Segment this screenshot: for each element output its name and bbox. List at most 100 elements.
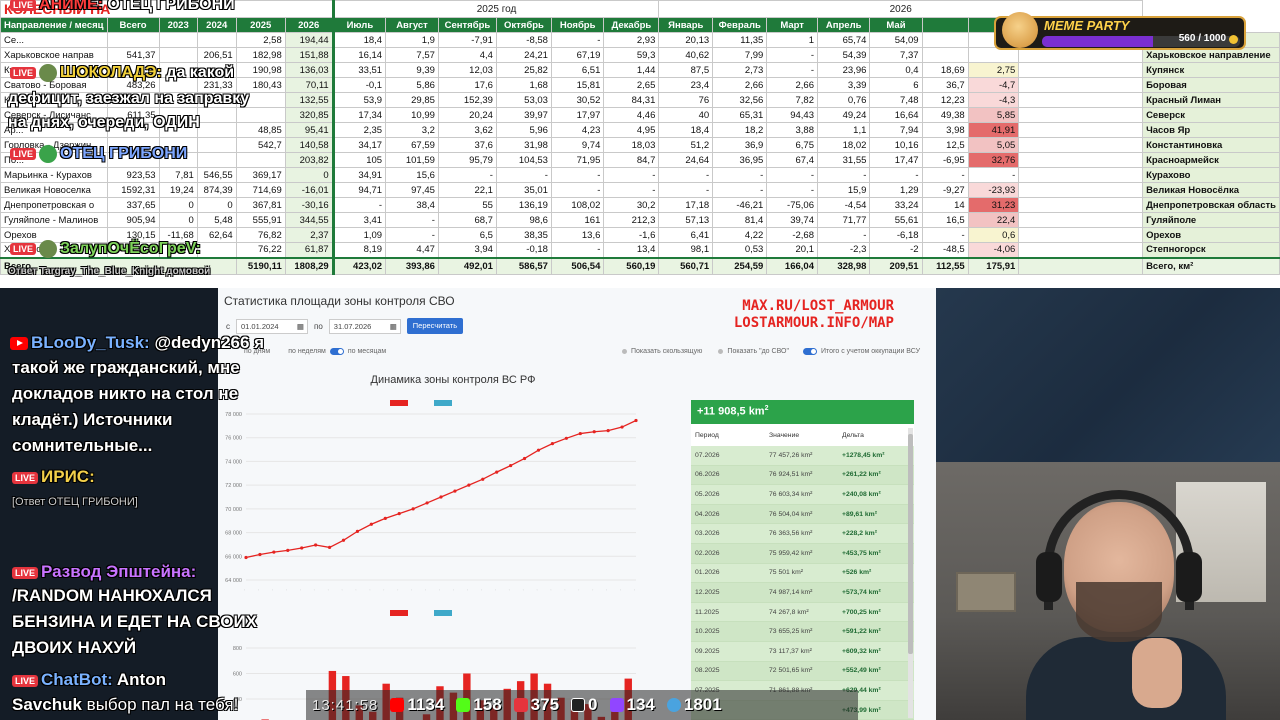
delta-row[interactable]: 02.2026 75 959,42 km² +453,75 km²: [691, 543, 914, 564]
brand-link-map[interactable]: LOSTARMOUR.INFO/MAP: [734, 315, 894, 332]
table-cell: 541,37: [106, 47, 160, 63]
x-tick-label: ·: [284, 588, 289, 592]
data-point: [578, 431, 582, 436]
stream-screen: КОЛЕСНЫЙ НА 2025 год 2026 Направление / …: [0, 0, 1280, 720]
table-cell: 714,69: [235, 182, 286, 198]
data-point: [634, 418, 638, 423]
table-cell: 0,53: [712, 242, 768, 258]
table-cell: 34,17: [331, 137, 387, 153]
delta-row[interactable]: 01.2026 75 501 km² +526 km²: [691, 563, 914, 584]
table-cell: 11,35: [712, 32, 768, 48]
from-label: с: [226, 321, 230, 331]
delta-period: 03.2026: [695, 530, 720, 538]
delta-row[interactable]: 12.2025 74 987,14 km² +573,74 km²: [691, 583, 914, 603]
option-months[interactable]: по месяцам: [348, 348, 386, 355]
y-tick-label: 76 000: [225, 436, 242, 442]
column-header: Март: [766, 17, 818, 33]
granularity-options: по дням по неделям по месяцам: [244, 348, 386, 355]
x-tick-label: ·: [381, 588, 386, 592]
delta-row[interactable]: 06.2026 76 924,51 km² +261,22 km²: [691, 465, 914, 486]
delta-value: 74 987,14 km²: [769, 588, 813, 596]
option-weeks[interactable]: по неделям: [288, 348, 326, 355]
year-2025-header: 2025 год: [331, 0, 660, 18]
delta-row[interactable]: 11.2025 74 267,8 km² +700,25 km²: [691, 602, 914, 623]
table-cell: 542,7: [235, 137, 286, 153]
table-cell: 6,5: [437, 227, 497, 243]
table-cell: Днепропетровская о: [0, 197, 108, 213]
table-cell: [1018, 256, 1144, 275]
x-tick-label: ·: [242, 588, 247, 592]
total-toggle[interactable]: [802, 348, 817, 355]
table-cell: 36,7: [921, 77, 969, 93]
table-cell: -7,91: [437, 32, 497, 48]
table-cell: 67,19: [550, 47, 605, 63]
table-cell: Северск: [1142, 107, 1280, 123]
table-cell: -2,68: [766, 227, 818, 243]
pre-svo-radio[interactable]: [718, 349, 724, 354]
x-tick-label: ·: [367, 588, 372, 592]
table-cell: Великая Новоселка: [0, 182, 108, 198]
x-tick-label: ·: [423, 588, 428, 592]
delta-period: 05.2026: [695, 490, 720, 498]
table-cell: 6,51: [550, 62, 605, 78]
table-cell: 48,85: [235, 122, 286, 138]
column-header: Май: [869, 17, 923, 33]
table-cell: [196, 32, 237, 48]
table-cell: 1: [766, 32, 818, 48]
table-cell: 140,58: [284, 137, 334, 153]
streamer-shirt: [1026, 637, 1226, 720]
date-from-input[interactable]: 01.01.2024 ▦: [236, 318, 308, 334]
delta-delta: +573,74 km²: [842, 588, 881, 596]
table-cell: 18,69: [921, 62, 969, 78]
table-cell: 3,2: [385, 122, 439, 138]
table-cell: -2,3: [816, 242, 871, 258]
rolling-radio[interactable]: [622, 349, 627, 354]
value-header: Значение: [769, 431, 800, 439]
table-cell: 9,74: [550, 137, 605, 153]
column-header: Август: [385, 17, 439, 33]
table-row: Днепропетровская о 337,65 0 0 367,81 -30,16-3…: [0, 197, 1280, 213]
table-cell: 15,81: [550, 77, 605, 93]
table-cell: -: [658, 167, 714, 183]
table-cell: 54,39: [816, 47, 871, 63]
delta-row[interactable]: 09.2025 73 117,37 km² +609,32 km²: [691, 641, 914, 662]
table-cell: 492,01: [437, 256, 497, 275]
table-cell: 9,39: [385, 62, 439, 78]
delta-row[interactable]: 08.2025 72 501,65 km² +552,49 km²: [691, 661, 914, 682]
x-tick-label: ·: [493, 588, 498, 592]
table-cell: 13,6: [550, 227, 605, 243]
delta-row[interactable]: 10.2025 73 655,25 km² +591,22 km²: [691, 622, 914, 642]
x-tick-label: ·: [353, 588, 358, 592]
column-header: 2023: [158, 17, 198, 33]
table-cell: 76: [658, 92, 714, 108]
calendar-icon: ▦: [296, 321, 304, 331]
delta-row[interactable]: 03.2026 76 363,56 km² +228,2 km²: [691, 524, 914, 544]
brand-link-max[interactable]: MAX.RU/LOST_ARMOUR: [734, 298, 894, 315]
recalculate-button[interactable]: Пересчитать: [406, 318, 464, 334]
granularity-toggle[interactable]: [329, 348, 344, 355]
data-point: [300, 546, 304, 550]
table-cell: 31,98: [495, 137, 552, 153]
rutube-viewers: 0: [571, 695, 598, 715]
x-tick-label: ·: [604, 588, 609, 592]
table-cell: -: [967, 167, 1020, 183]
delta-row[interactable]: 07.2026 77 457,26 km² +1278,45 km²: [691, 446, 914, 466]
column-header: Февраль: [712, 17, 768, 33]
x-tick-label: ·: [632, 588, 637, 592]
table-cell: [1018, 137, 1144, 153]
x-tick-label: ·: [590, 588, 595, 592]
vk-live-icon: [513, 698, 528, 712]
table-cell: 55: [437, 197, 497, 213]
date-to-input[interactable]: 31.07.2026 ▦: [328, 318, 401, 334]
table-cell: 36,95: [712, 152, 768, 168]
delta-row[interactable]: 05.2026 76 603,34 km² +240,08 km²: [691, 485, 914, 505]
delta-scrollbar[interactable]: [908, 428, 913, 718]
table-cell: 2,58: [235, 32, 286, 48]
table-cell: -46,21: [712, 197, 768, 213]
y-tick-label: 68 000: [225, 531, 242, 537]
table-row: Горловка - Дзержин542,7140,5834,1767,593…: [0, 137, 1280, 153]
table-cell: 101,59: [385, 152, 439, 168]
table-cell: 4,23: [550, 122, 605, 138]
table-cell: 10,99: [385, 107, 439, 123]
delta-row[interactable]: 04.2026 76 504,04 km² +89,61 km²: [691, 504, 914, 525]
